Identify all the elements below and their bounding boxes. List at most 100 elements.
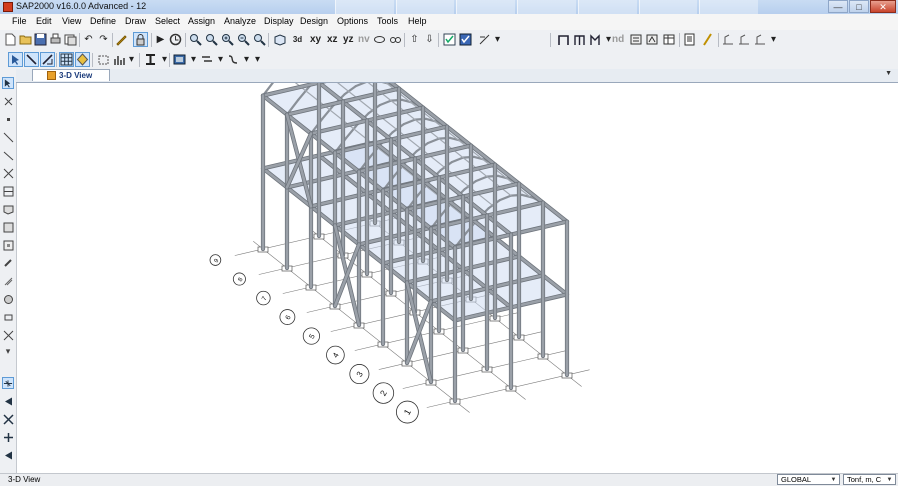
close-button[interactable]: ✕	[870, 0, 896, 13]
save-icon[interactable]	[33, 32, 48, 47]
redo-icon[interactable]: ↷	[96, 32, 111, 47]
menu-help[interactable]: Help	[408, 16, 427, 26]
draw-frame-icon[interactable]	[24, 52, 39, 67]
set-display-options-icon[interactable]	[442, 32, 457, 47]
window-controls: — □ ✕	[827, 0, 896, 13]
snap-lines-icon[interactable]	[2, 449, 14, 461]
menu-select[interactable]: Select	[155, 16, 180, 26]
minimize-button[interactable]: —	[828, 0, 848, 13]
frame-2-icon[interactable]	[572, 32, 587, 47]
menu-view[interactable]: View	[62, 16, 81, 26]
design-dropdown-icon[interactable]: ▾	[766, 32, 781, 47]
menu-analyze[interactable]: Analyze	[224, 16, 256, 26]
units-dropdown[interactable]: Tonf, m, C ▼	[843, 474, 896, 485]
quick-draw-frame-icon[interactable]	[2, 149, 14, 161]
menu-file[interactable]: File	[12, 16, 27, 26]
i-section-icon[interactable]	[143, 52, 158, 67]
refresh-window-icon[interactable]	[114, 32, 129, 47]
move-down-icon[interactable]: ⇩	[422, 32, 437, 47]
window-list-dropdown-icon[interactable]: ▼	[885, 70, 892, 77]
draw-rect-area-icon[interactable]	[2, 221, 14, 233]
frame-section-icon[interactable]	[556, 32, 571, 47]
draw-point-icon[interactable]	[96, 52, 111, 67]
view-window-icon	[47, 71, 56, 80]
background-tabs	[335, 0, 760, 14]
lock-model-icon[interactable]	[133, 32, 148, 47]
maximize-button[interactable]: □	[849, 0, 869, 13]
design-icon[interactable]	[700, 32, 715, 47]
nv-view-button[interactable]: nv	[358, 32, 370, 47]
title-bar: SAP2000 v16.0.0 Advanced - 12 — □ ✕	[0, 0, 898, 14]
run-now-icon[interactable]	[168, 32, 183, 47]
menu-options[interactable]: Options	[337, 16, 368, 26]
grid-display-icon[interactable]	[59, 52, 74, 67]
quick-draw-area-icon[interactable]	[2, 239, 14, 251]
steel-design-icon[interactable]	[721, 32, 736, 47]
draw-braces-icon[interactable]	[2, 167, 14, 179]
reshape-icon[interactable]	[2, 95, 14, 107]
select-pointer-icon[interactable]	[2, 77, 14, 89]
snap-joints-icon[interactable]	[2, 377, 14, 389]
perspective-toggle-icon[interactable]	[388, 32, 403, 47]
tab-3d-view[interactable]: 3-D View	[32, 69, 110, 81]
xz-view-button[interactable]: xz	[327, 32, 338, 47]
draw-area-icon[interactable]	[40, 52, 55, 67]
menu-assign[interactable]: Assign	[188, 16, 215, 26]
rubber-band-zoom-icon[interactable]	[188, 32, 203, 47]
menu-display[interactable]: Display	[264, 16, 294, 26]
concrete-design-icon[interactable]	[737, 32, 752, 47]
coordinate-system-dropdown[interactable]: GLOBAL ▼	[777, 474, 840, 485]
new-model-icon[interactable]	[3, 32, 18, 47]
draw-section-cut-icon[interactable]	[2, 311, 14, 323]
sap2000-app-icon[interactable]	[3, 2, 13, 12]
undo-icon[interactable]: ↶	[81, 32, 96, 47]
pointer-select-icon[interactable]	[8, 52, 23, 67]
print-tables-icon[interactable]	[63, 32, 78, 47]
draw-dropdown-icon[interactable]: ▾	[124, 52, 139, 67]
left-toolbar-more-icon[interactable]: ▾	[2, 345, 14, 357]
assign-icon[interactable]	[458, 32, 473, 47]
restore-full-view-icon[interactable]	[204, 32, 219, 47]
tendon-dropdown-2-icon[interactable]: ▾	[250, 52, 265, 67]
pan-icon[interactable]	[252, 32, 267, 47]
menu-tools[interactable]: Tools	[377, 16, 398, 26]
snap-icon[interactable]	[75, 52, 90, 67]
nd-button[interactable]: nd	[612, 32, 624, 47]
xy-view-button[interactable]: xy	[310, 32, 321, 47]
material-icon[interactable]	[172, 52, 187, 67]
draw-frame-line-icon[interactable]	[2, 131, 14, 143]
show-tables-icon[interactable]	[662, 32, 677, 47]
zoom-in-icon[interactable]	[220, 32, 235, 47]
menu-design[interactable]: Design	[300, 16, 328, 26]
window-title: SAP2000 v16.0.0 Advanced - 12	[16, 1, 147, 11]
status-view-name: 3-D View	[8, 475, 41, 484]
open-folder-icon[interactable]	[18, 32, 33, 47]
secondary-beams-icon[interactable]	[2, 185, 14, 197]
snap-midpoint-icon[interactable]	[2, 395, 14, 407]
show-deformed-icon[interactable]	[645, 32, 660, 47]
snap-perpendicular-icon[interactable]	[2, 431, 14, 443]
shrink-dropdown-icon[interactable]: ▾	[490, 32, 505, 47]
yz-view-button[interactable]: yz	[343, 32, 354, 47]
3d-view-icon[interactable]	[272, 32, 287, 47]
run-analysis-icon[interactable]: ▶	[153, 32, 168, 47]
move-up-icon[interactable]: ⇧	[407, 32, 422, 47]
draw-tendon-icon[interactable]	[2, 293, 14, 305]
draw-link-icon[interactable]	[2, 275, 14, 287]
menu-edit[interactable]: Edit	[36, 16, 52, 26]
3d-icon[interactable]: 3d	[290, 32, 305, 47]
print-icon[interactable]	[48, 32, 63, 47]
menu-define[interactable]: Define	[90, 16, 116, 26]
model-view-canvas[interactable]: 123456789	[17, 41, 898, 473]
zoom-out-icon[interactable]	[236, 32, 251, 47]
rotate-3d-icon[interactable]	[372, 32, 387, 47]
draw-dimension-icon[interactable]	[2, 329, 14, 341]
link-icon[interactable]	[199, 52, 214, 67]
snap-intersection-icon[interactable]	[2, 413, 14, 425]
report-icon[interactable]	[682, 32, 697, 47]
show-forces-icon[interactable]	[629, 32, 644, 47]
menu-draw[interactable]: Draw	[125, 16, 146, 26]
draw-poly-area-icon[interactable]	[2, 203, 14, 215]
draw-solid-icon[interactable]	[2, 257, 14, 269]
draw-joint-icon[interactable]	[2, 113, 14, 125]
